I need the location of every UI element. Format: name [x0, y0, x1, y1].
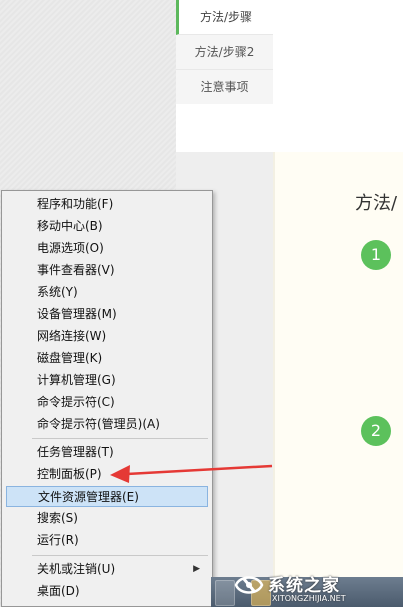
menu-item-network-connections[interactable]: 网络连接(W) — [6, 326, 208, 347]
menu-item-shutdown-signout[interactable]: 关机或注销(U) ▶ — [6, 559, 208, 580]
menu-item-power-options[interactable]: 电源选项(O) — [6, 238, 208, 259]
watermark-brand: 系统之家 — [268, 576, 340, 596]
menu-item-command-prompt[interactable]: 命令提示符(C) — [6, 392, 208, 413]
article-content — [275, 152, 403, 607]
menu-item-programs-features[interactable]: 程序和功能(F) — [6, 194, 208, 215]
watermark-url: XITONGZHIJIA.NET — [272, 594, 346, 603]
menu-item-task-manager[interactable]: 任务管理器(T) — [6, 442, 208, 463]
menu-item-disk-management[interactable]: 磁盘管理(K) — [6, 348, 208, 369]
step-badge-2: 2 — [361, 416, 391, 446]
step-badge-1: 1 — [361, 240, 391, 270]
menu-item-command-prompt-admin[interactable]: 命令提示符(管理员)(A) — [6, 414, 208, 435]
watermark-logo — [234, 576, 264, 594]
menu-item-desktop[interactable]: 桌面(D) — [6, 581, 208, 602]
tabs-spacer — [176, 104, 273, 152]
menu-separator — [32, 438, 208, 439]
menu-item-mobility-center[interactable]: 移动中心(B) — [6, 216, 208, 237]
menu-separator — [32, 555, 208, 556]
tab-method-steps[interactable]: 方法/步骤 — [176, 0, 273, 35]
section-title: 方法/ — [355, 193, 398, 214]
article-tabs: 方法/步骤 方法/步骤2 注意事项 — [176, 0, 274, 105]
header-blank-area — [273, 0, 403, 152]
menu-item-label: 关机或注销(U) — [37, 562, 116, 576]
menu-item-system[interactable]: 系统(Y) — [6, 282, 208, 303]
tab-method-steps-2[interactable]: 方法/步骤2 — [176, 35, 273, 70]
menu-item-file-explorer[interactable]: 文件资源管理器(E) — [6, 486, 208, 507]
menu-item-search[interactable]: 搜索(S) — [6, 508, 208, 529]
menu-item-computer-management[interactable]: 计算机管理(G) — [6, 370, 208, 391]
menu-item-control-panel[interactable]: 控制面板(P) — [6, 464, 208, 485]
menu-item-run[interactable]: 运行(R) — [6, 530, 208, 551]
winx-context-menu: 程序和功能(F) 移动中心(B) 电源选项(O) 事件查看器(V) 系统(Y) … — [1, 190, 213, 607]
menu-item-event-viewer[interactable]: 事件查看器(V) — [6, 260, 208, 281]
tab-notes[interactable]: 注意事项 — [176, 70, 273, 105]
submenu-arrow-icon: ▶ — [193, 564, 200, 574]
menu-item-device-manager[interactable]: 设备管理器(M) — [6, 304, 208, 325]
